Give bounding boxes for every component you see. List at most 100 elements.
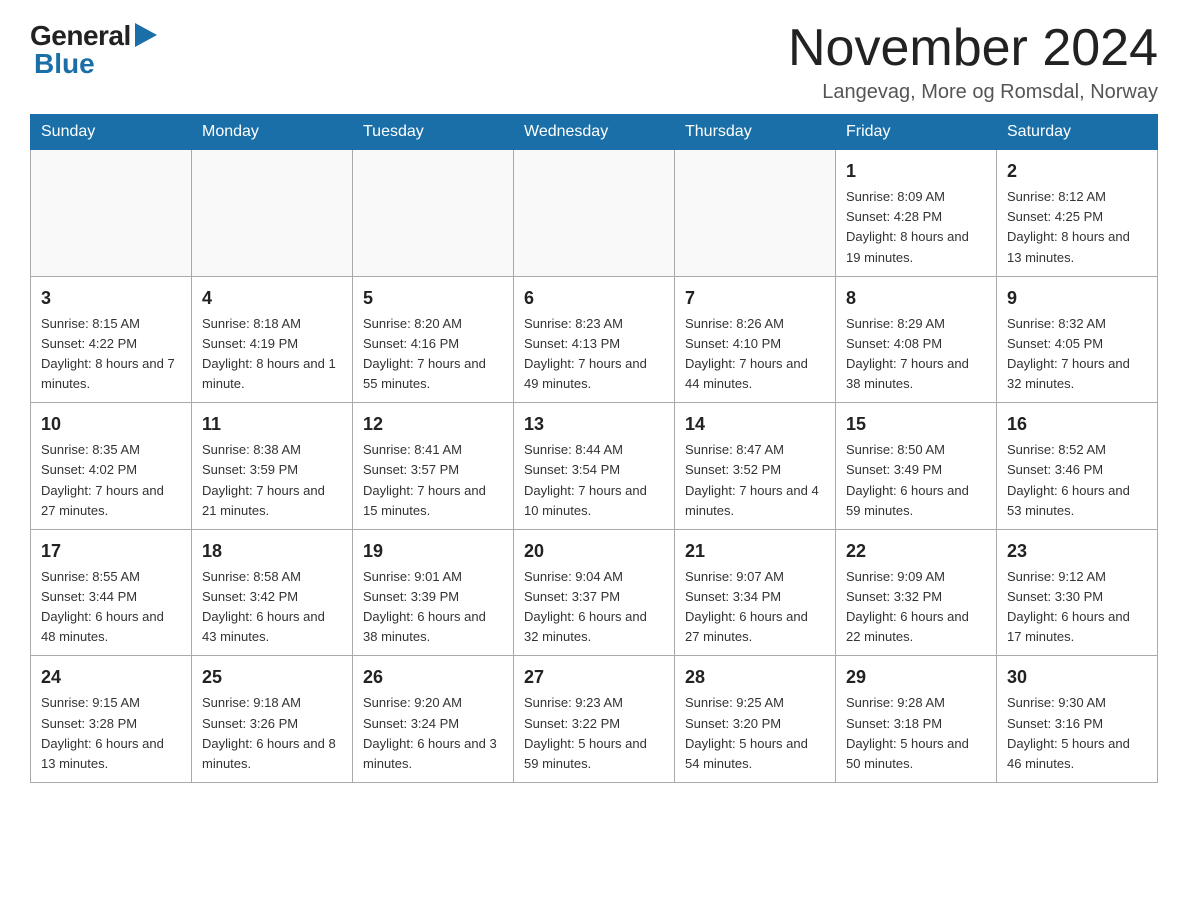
calendar-table: SundayMondayTuesdayWednesdayThursdayFrid… (30, 114, 1158, 783)
days-of-week-row: SundayMondayTuesdayWednesdayThursdayFrid… (31, 115, 1158, 150)
day-number: 8 (846, 285, 986, 312)
day-number: 28 (685, 664, 825, 691)
day-number: 18 (202, 538, 342, 565)
day-cell: 24Sunrise: 9:15 AM Sunset: 3:28 PM Dayli… (31, 656, 192, 783)
day-number: 27 (524, 664, 664, 691)
day-number: 16 (1007, 411, 1147, 438)
day-number: 23 (1007, 538, 1147, 565)
day-info: Sunrise: 9:04 AM Sunset: 3:37 PM Dayligh… (524, 567, 664, 648)
day-number: 9 (1007, 285, 1147, 312)
day-number: 17 (41, 538, 181, 565)
day-cell: 29Sunrise: 9:28 AM Sunset: 3:18 PM Dayli… (836, 656, 997, 783)
day-header-wednesday: Wednesday (514, 115, 675, 150)
day-cell: 4Sunrise: 8:18 AM Sunset: 4:19 PM Daylig… (192, 276, 353, 403)
day-header-friday: Friday (836, 115, 997, 150)
day-cell: 7Sunrise: 8:26 AM Sunset: 4:10 PM Daylig… (675, 276, 836, 403)
day-cell: 28Sunrise: 9:25 AM Sunset: 3:20 PM Dayli… (675, 656, 836, 783)
day-cell: 17Sunrise: 8:55 AM Sunset: 3:44 PM Dayli… (31, 529, 192, 656)
day-number: 3 (41, 285, 181, 312)
day-cell (675, 150, 836, 277)
day-info: Sunrise: 9:20 AM Sunset: 3:24 PM Dayligh… (363, 693, 503, 774)
day-cell: 23Sunrise: 9:12 AM Sunset: 3:30 PM Dayli… (997, 529, 1158, 656)
day-info: Sunrise: 8:20 AM Sunset: 4:16 PM Dayligh… (363, 314, 503, 395)
day-info: Sunrise: 8:35 AM Sunset: 4:02 PM Dayligh… (41, 440, 181, 521)
day-info: Sunrise: 9:01 AM Sunset: 3:39 PM Dayligh… (363, 567, 503, 648)
day-cell: 19Sunrise: 9:01 AM Sunset: 3:39 PM Dayli… (353, 529, 514, 656)
day-cell: 12Sunrise: 8:41 AM Sunset: 3:57 PM Dayli… (353, 403, 514, 530)
day-cell: 18Sunrise: 8:58 AM Sunset: 3:42 PM Dayli… (192, 529, 353, 656)
day-cell: 9Sunrise: 8:32 AM Sunset: 4:05 PM Daylig… (997, 276, 1158, 403)
day-number: 21 (685, 538, 825, 565)
day-number: 10 (41, 411, 181, 438)
day-cell (192, 150, 353, 277)
day-number: 11 (202, 411, 342, 438)
day-cell (31, 150, 192, 277)
day-cell: 30Sunrise: 9:30 AM Sunset: 3:16 PM Dayli… (997, 656, 1158, 783)
day-info: Sunrise: 9:30 AM Sunset: 3:16 PM Dayligh… (1007, 693, 1147, 774)
day-info: Sunrise: 8:52 AM Sunset: 3:46 PM Dayligh… (1007, 440, 1147, 521)
day-info: Sunrise: 8:15 AM Sunset: 4:22 PM Dayligh… (41, 314, 181, 395)
day-number: 20 (524, 538, 664, 565)
day-info: Sunrise: 9:12 AM Sunset: 3:30 PM Dayligh… (1007, 567, 1147, 648)
day-cell (353, 150, 514, 277)
week-row-5: 24Sunrise: 9:15 AM Sunset: 3:28 PM Dayli… (31, 656, 1158, 783)
day-cell: 25Sunrise: 9:18 AM Sunset: 3:26 PM Dayli… (192, 656, 353, 783)
day-info: Sunrise: 8:18 AM Sunset: 4:19 PM Dayligh… (202, 314, 342, 395)
day-info: Sunrise: 9:23 AM Sunset: 3:22 PM Dayligh… (524, 693, 664, 774)
day-info: Sunrise: 9:15 AM Sunset: 3:28 PM Dayligh… (41, 693, 181, 774)
day-number: 12 (363, 411, 503, 438)
day-cell: 26Sunrise: 9:20 AM Sunset: 3:24 PM Dayli… (353, 656, 514, 783)
day-info: Sunrise: 8:55 AM Sunset: 3:44 PM Dayligh… (41, 567, 181, 648)
logo: General Blue (30, 20, 158, 80)
day-header-tuesday: Tuesday (353, 115, 514, 150)
day-number: 26 (363, 664, 503, 691)
day-info: Sunrise: 9:18 AM Sunset: 3:26 PM Dayligh… (202, 693, 342, 774)
day-cell: 1Sunrise: 8:09 AM Sunset: 4:28 PM Daylig… (836, 150, 997, 277)
day-number: 22 (846, 538, 986, 565)
calendar-body: 1Sunrise: 8:09 AM Sunset: 4:28 PM Daylig… (31, 150, 1158, 783)
day-info: Sunrise: 9:25 AM Sunset: 3:20 PM Dayligh… (685, 693, 825, 774)
day-number: 2 (1007, 158, 1147, 185)
day-header-sunday: Sunday (31, 115, 192, 150)
location-subtitle: Langevag, More og Romsdal, Norway (788, 81, 1158, 104)
month-title: November 2024 (788, 20, 1158, 77)
day-info: Sunrise: 8:58 AM Sunset: 3:42 PM Dayligh… (202, 567, 342, 648)
day-number: 1 (846, 158, 986, 185)
day-number: 7 (685, 285, 825, 312)
day-number: 19 (363, 538, 503, 565)
week-row-2: 3Sunrise: 8:15 AM Sunset: 4:22 PM Daylig… (31, 276, 1158, 403)
day-cell: 8Sunrise: 8:29 AM Sunset: 4:08 PM Daylig… (836, 276, 997, 403)
day-info: Sunrise: 8:26 AM Sunset: 4:10 PM Dayligh… (685, 314, 825, 395)
day-info: Sunrise: 9:28 AM Sunset: 3:18 PM Dayligh… (846, 693, 986, 774)
day-number: 5 (363, 285, 503, 312)
day-number: 13 (524, 411, 664, 438)
day-number: 30 (1007, 664, 1147, 691)
day-info: Sunrise: 8:12 AM Sunset: 4:25 PM Dayligh… (1007, 187, 1147, 268)
day-header-thursday: Thursday (675, 115, 836, 150)
day-cell: 14Sunrise: 8:47 AM Sunset: 3:52 PM Dayli… (675, 403, 836, 530)
day-cell (514, 150, 675, 277)
day-number: 25 (202, 664, 342, 691)
day-info: Sunrise: 8:09 AM Sunset: 4:28 PM Dayligh… (846, 187, 986, 268)
week-row-3: 10Sunrise: 8:35 AM Sunset: 4:02 PM Dayli… (31, 403, 1158, 530)
day-cell: 20Sunrise: 9:04 AM Sunset: 3:37 PM Dayli… (514, 529, 675, 656)
day-header-saturday: Saturday (997, 115, 1158, 150)
day-info: Sunrise: 8:47 AM Sunset: 3:52 PM Dayligh… (685, 440, 825, 521)
day-cell: 2Sunrise: 8:12 AM Sunset: 4:25 PM Daylig… (997, 150, 1158, 277)
day-number: 15 (846, 411, 986, 438)
day-number: 29 (846, 664, 986, 691)
day-header-monday: Monday (192, 115, 353, 150)
day-cell: 21Sunrise: 9:07 AM Sunset: 3:34 PM Dayli… (675, 529, 836, 656)
day-number: 4 (202, 285, 342, 312)
week-row-4: 17Sunrise: 8:55 AM Sunset: 3:44 PM Dayli… (31, 529, 1158, 656)
day-cell: 22Sunrise: 9:09 AM Sunset: 3:32 PM Dayli… (836, 529, 997, 656)
day-cell: 6Sunrise: 8:23 AM Sunset: 4:13 PM Daylig… (514, 276, 675, 403)
day-info: Sunrise: 8:29 AM Sunset: 4:08 PM Dayligh… (846, 314, 986, 395)
day-info: Sunrise: 9:09 AM Sunset: 3:32 PM Dayligh… (846, 567, 986, 648)
day-info: Sunrise: 8:41 AM Sunset: 3:57 PM Dayligh… (363, 440, 503, 521)
logo-triangle-icon (135, 23, 157, 47)
day-cell: 10Sunrise: 8:35 AM Sunset: 4:02 PM Dayli… (31, 403, 192, 530)
day-info: Sunrise: 8:44 AM Sunset: 3:54 PM Dayligh… (524, 440, 664, 521)
day-cell: 15Sunrise: 8:50 AM Sunset: 3:49 PM Dayli… (836, 403, 997, 530)
day-number: 6 (524, 285, 664, 312)
